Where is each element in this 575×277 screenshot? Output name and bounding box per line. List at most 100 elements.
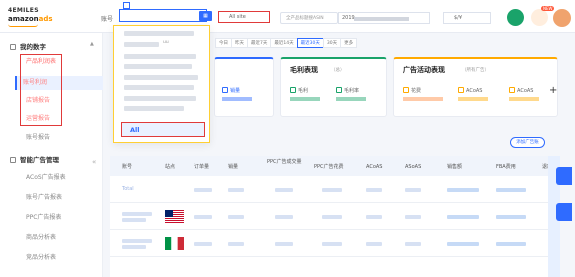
chevron-up-icon[interactable]: ▲ — [90, 41, 94, 47]
floating-tool-button[interactable] — [556, 167, 572, 185]
it-flag-icon — [165, 237, 184, 250]
kpi-spend: 花费 — [403, 87, 443, 101]
col-acoas[interactable]: ACoAS — [366, 164, 382, 170]
dropdown-option-all-label: All — [130, 126, 140, 134]
shop-selector-flag-button[interactable]: ▦ — [199, 11, 212, 21]
dropdown-option[interactable] — [124, 85, 194, 90]
sales-card: 销量 — [214, 57, 274, 117]
cell — [194, 188, 212, 192]
floating-tool-button-2[interactable] — [556, 203, 572, 221]
notification-icon-button[interactable]: NEW — [531, 6, 555, 26]
tab-30d[interactable]: 最近30天 — [296, 38, 324, 48]
tab-today[interactable]: 今日 — [215, 38, 232, 48]
tab-more[interactable]: 更多 — [340, 38, 358, 48]
dropdown-option[interactable] — [124, 106, 184, 111]
cell — [322, 215, 342, 219]
sidebar-item-account-report[interactable]: 账号报告 — [20, 131, 100, 145]
add-widget-icon[interactable]: + — [549, 85, 557, 96]
dropdown-option-all[interactable]: All — [121, 122, 205, 137]
currency-select[interactable]: $/¥ — [443, 12, 491, 24]
kpi-value-blur — [290, 97, 320, 101]
cell — [405, 242, 421, 246]
brand-line2: amazonads — [8, 15, 60, 23]
profit-icon — [290, 87, 296, 93]
tab-yesterday[interactable]: 昨天 — [231, 38, 248, 48]
dropdown-option[interactable] — [124, 31, 194, 36]
sidebar-item-label: PPC广告报表 — [26, 214, 62, 221]
date-range-picker[interactable]: 2019 — [338, 12, 430, 24]
tab-14d[interactable]: 最近14天 — [270, 38, 298, 48]
col-account[interactable]: 账号 — [122, 164, 132, 170]
flag-icon: ▦ — [203, 13, 208, 19]
sidebar-item-label: 账号报告 — [26, 134, 51, 141]
kpi-label: 花费 — [411, 88, 422, 94]
row-shop: Total — [122, 186, 134, 192]
box-icon — [222, 87, 228, 93]
sidebar-item-competitor-analysis[interactable]: 竞品分析表 — [20, 251, 100, 265]
sidebar-item-acos-report[interactable]: ACoS广告报表 — [20, 171, 100, 185]
col-fba[interactable]: FBA费用 — [496, 164, 516, 170]
kpi-acoas-2: ACoAS — [509, 87, 539, 101]
kpi-label: ACoAS — [466, 88, 483, 94]
kpi-value-blur — [222, 97, 252, 101]
kpi-value-blur — [509, 97, 539, 101]
cell — [275, 242, 293, 246]
table-row[interactable] — [110, 203, 560, 230]
kpi-label: ACoAS — [517, 88, 534, 94]
shop-select-checkbox[interactable] — [123, 2, 130, 9]
cell — [496, 242, 526, 246]
cell — [194, 242, 212, 246]
kpi-margin: 毛利率 — [336, 87, 366, 101]
kpi-profit: 毛利 — [290, 87, 320, 101]
kpi-label: 毛利率 — [344, 88, 360, 94]
acoas-icon — [458, 87, 464, 93]
sidebar-item-ppc-report[interactable]: PPC广告报表 — [20, 211, 100, 225]
sidebar-item-label: 竞品分析表 — [26, 254, 57, 261]
add-ads-account-button[interactable]: 添加广告账 — [510, 137, 545, 148]
cell — [122, 239, 152, 243]
dropdown-option[interactable] — [124, 75, 198, 80]
sidebar-group-mydata[interactable]: 我的数字 — [10, 41, 46, 51]
sidebar-group-ads[interactable]: 智能广告管理 — [10, 154, 59, 164]
brand-line1: 4EMILES — [8, 7, 39, 14]
grid-icon — [10, 44, 16, 50]
col-orders[interactable]: 订单量 — [194, 164, 209, 170]
dropdown-option[interactable] — [124, 54, 196, 59]
asin-search-input[interactable]: 全产品标题搜ASIN — [280, 12, 338, 24]
cell — [366, 188, 382, 192]
profit-card: 毛利表现 （总） 毛利 毛利率 — [280, 57, 387, 117]
shop-select[interactable]: ▼ — [119, 9, 207, 22]
tab-7d[interactable]: 最近7天 — [247, 38, 272, 48]
brand-amazon: amazon — [8, 15, 39, 23]
site-select[interactable]: All site — [218, 11, 270, 23]
app-icon-button[interactable] — [507, 9, 524, 26]
col-units[interactable]: 销量 — [228, 164, 238, 170]
table-row[interactable]: Total — [110, 176, 560, 203]
sidebar-item-account-ads[interactable]: 账号广告报表 — [20, 191, 100, 205]
col-revenue[interactable]: 销售额 — [447, 164, 462, 170]
cell — [366, 215, 382, 219]
card-title: 毛利表现 — [290, 66, 318, 74]
margin-icon — [336, 87, 342, 93]
dropdown-option-text: uu — [163, 40, 169, 45]
dropdown-option[interactable] — [124, 42, 159, 47]
col-ppc-orders[interactable]: PPC广告成交量 — [267, 159, 309, 165]
col-site[interactable]: 站点 — [165, 164, 175, 170]
shop-label: 账号 — [101, 16, 114, 23]
col-asoas[interactable]: ASoAS — [405, 164, 421, 170]
date-range-blur — [354, 17, 409, 21]
cell — [322, 242, 342, 246]
dropdown-option[interactable] — [124, 64, 192, 69]
us-flag-icon — [165, 210, 184, 223]
table-row[interactable] — [110, 230, 560, 257]
col-ppc-spend[interactable]: PPC广告花费 — [314, 164, 344, 170]
sidebar-item-label: 商品分析表 — [26, 234, 57, 241]
cell — [496, 188, 526, 192]
card-subtitle: （所有广告） — [462, 68, 489, 73]
tab-30[interactable]: 30天 — [322, 38, 342, 48]
sidebar-item-product-analysis[interactable]: 商品分析表 — [20, 231, 100, 245]
user-avatar[interactable] — [553, 9, 571, 27]
collapse-arrow-icon[interactable]: « — [92, 158, 96, 166]
cell — [122, 245, 146, 249]
dropdown-option[interactable] — [124, 96, 196, 101]
